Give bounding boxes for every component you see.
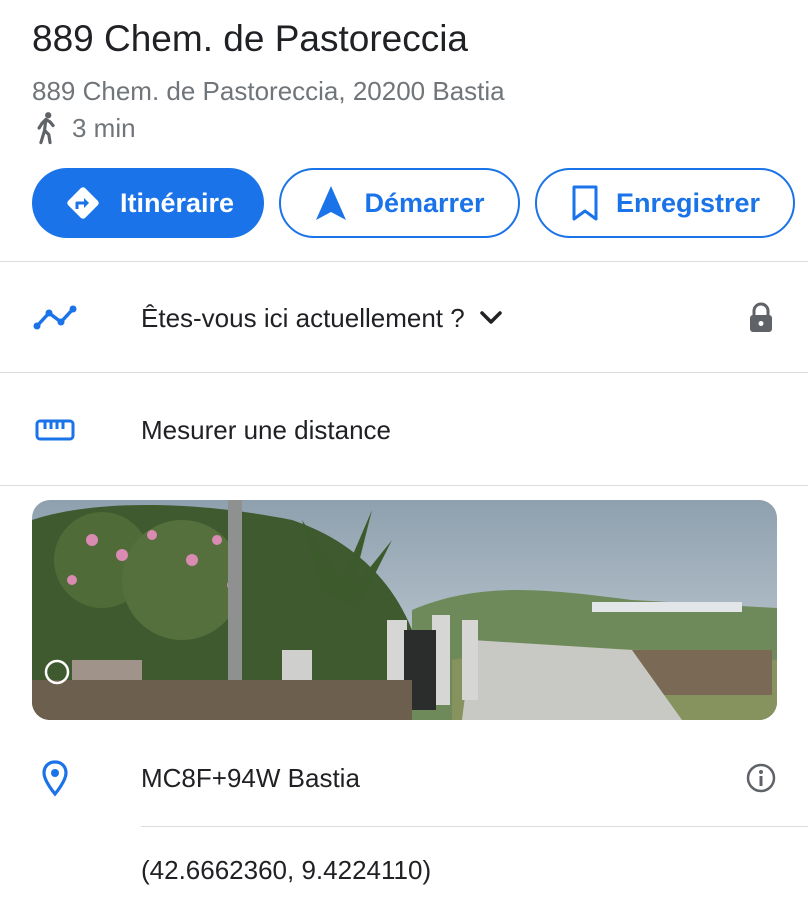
ruler-icon	[32, 410, 78, 450]
measure-distance-label: Mesurer une distance	[141, 414, 392, 445]
directions-button[interactable]: Itinéraire	[32, 168, 264, 238]
here-now-label: Êtes-vous ici actuellement ?	[141, 302, 465, 333]
divider	[0, 261, 808, 262]
walking-time: 3 min	[32, 110, 136, 146]
divider	[141, 826, 808, 827]
here-now-label-group: Êtes-vous ici actuellement ?	[141, 303, 505, 334]
pedestrian-icon	[37, 112, 55, 145]
divider	[0, 372, 808, 373]
walking-time-label: 3 min	[72, 112, 136, 143]
location-pin-icon	[32, 758, 78, 798]
lock-icon	[744, 301, 778, 335]
street-view-preview[interactable]	[32, 500, 777, 720]
navigation-arrow-icon	[316, 186, 347, 220]
start-label: Démarrer	[364, 187, 485, 218]
directions-label: Itinéraire	[119, 187, 235, 218]
coordinates-label[interactable]: (42.6662360, 9.4224110)	[141, 855, 431, 886]
measure-distance-row[interactable]: Mesurer une distance	[0, 395, 808, 465]
plus-code-label: MC8F+94W Bastia	[141, 762, 360, 793]
bookmark-icon	[572, 185, 598, 221]
chevron-down-icon[interactable]	[477, 308, 505, 328]
save-button[interactable]: Enregistrer	[535, 168, 795, 238]
timeline-icon	[32, 298, 78, 338]
save-label: Enregistrer	[615, 187, 761, 218]
street-view-image	[32, 500, 777, 720]
place-title: 889 Chem. de Pastoreccia	[32, 18, 469, 59]
info-icon[interactable]	[744, 761, 778, 795]
start-button[interactable]: Démarrer	[279, 168, 520, 238]
place-address: 889 Chem. de Pastoreccia, 20200 Bastia	[32, 76, 505, 106]
here-now-row[interactable]: Êtes-vous ici actuellement ?	[0, 283, 808, 353]
plus-code-row[interactable]: MC8F+94W Bastia	[0, 743, 808, 813]
directions-icon	[67, 187, 99, 219]
divider	[0, 485, 808, 486]
